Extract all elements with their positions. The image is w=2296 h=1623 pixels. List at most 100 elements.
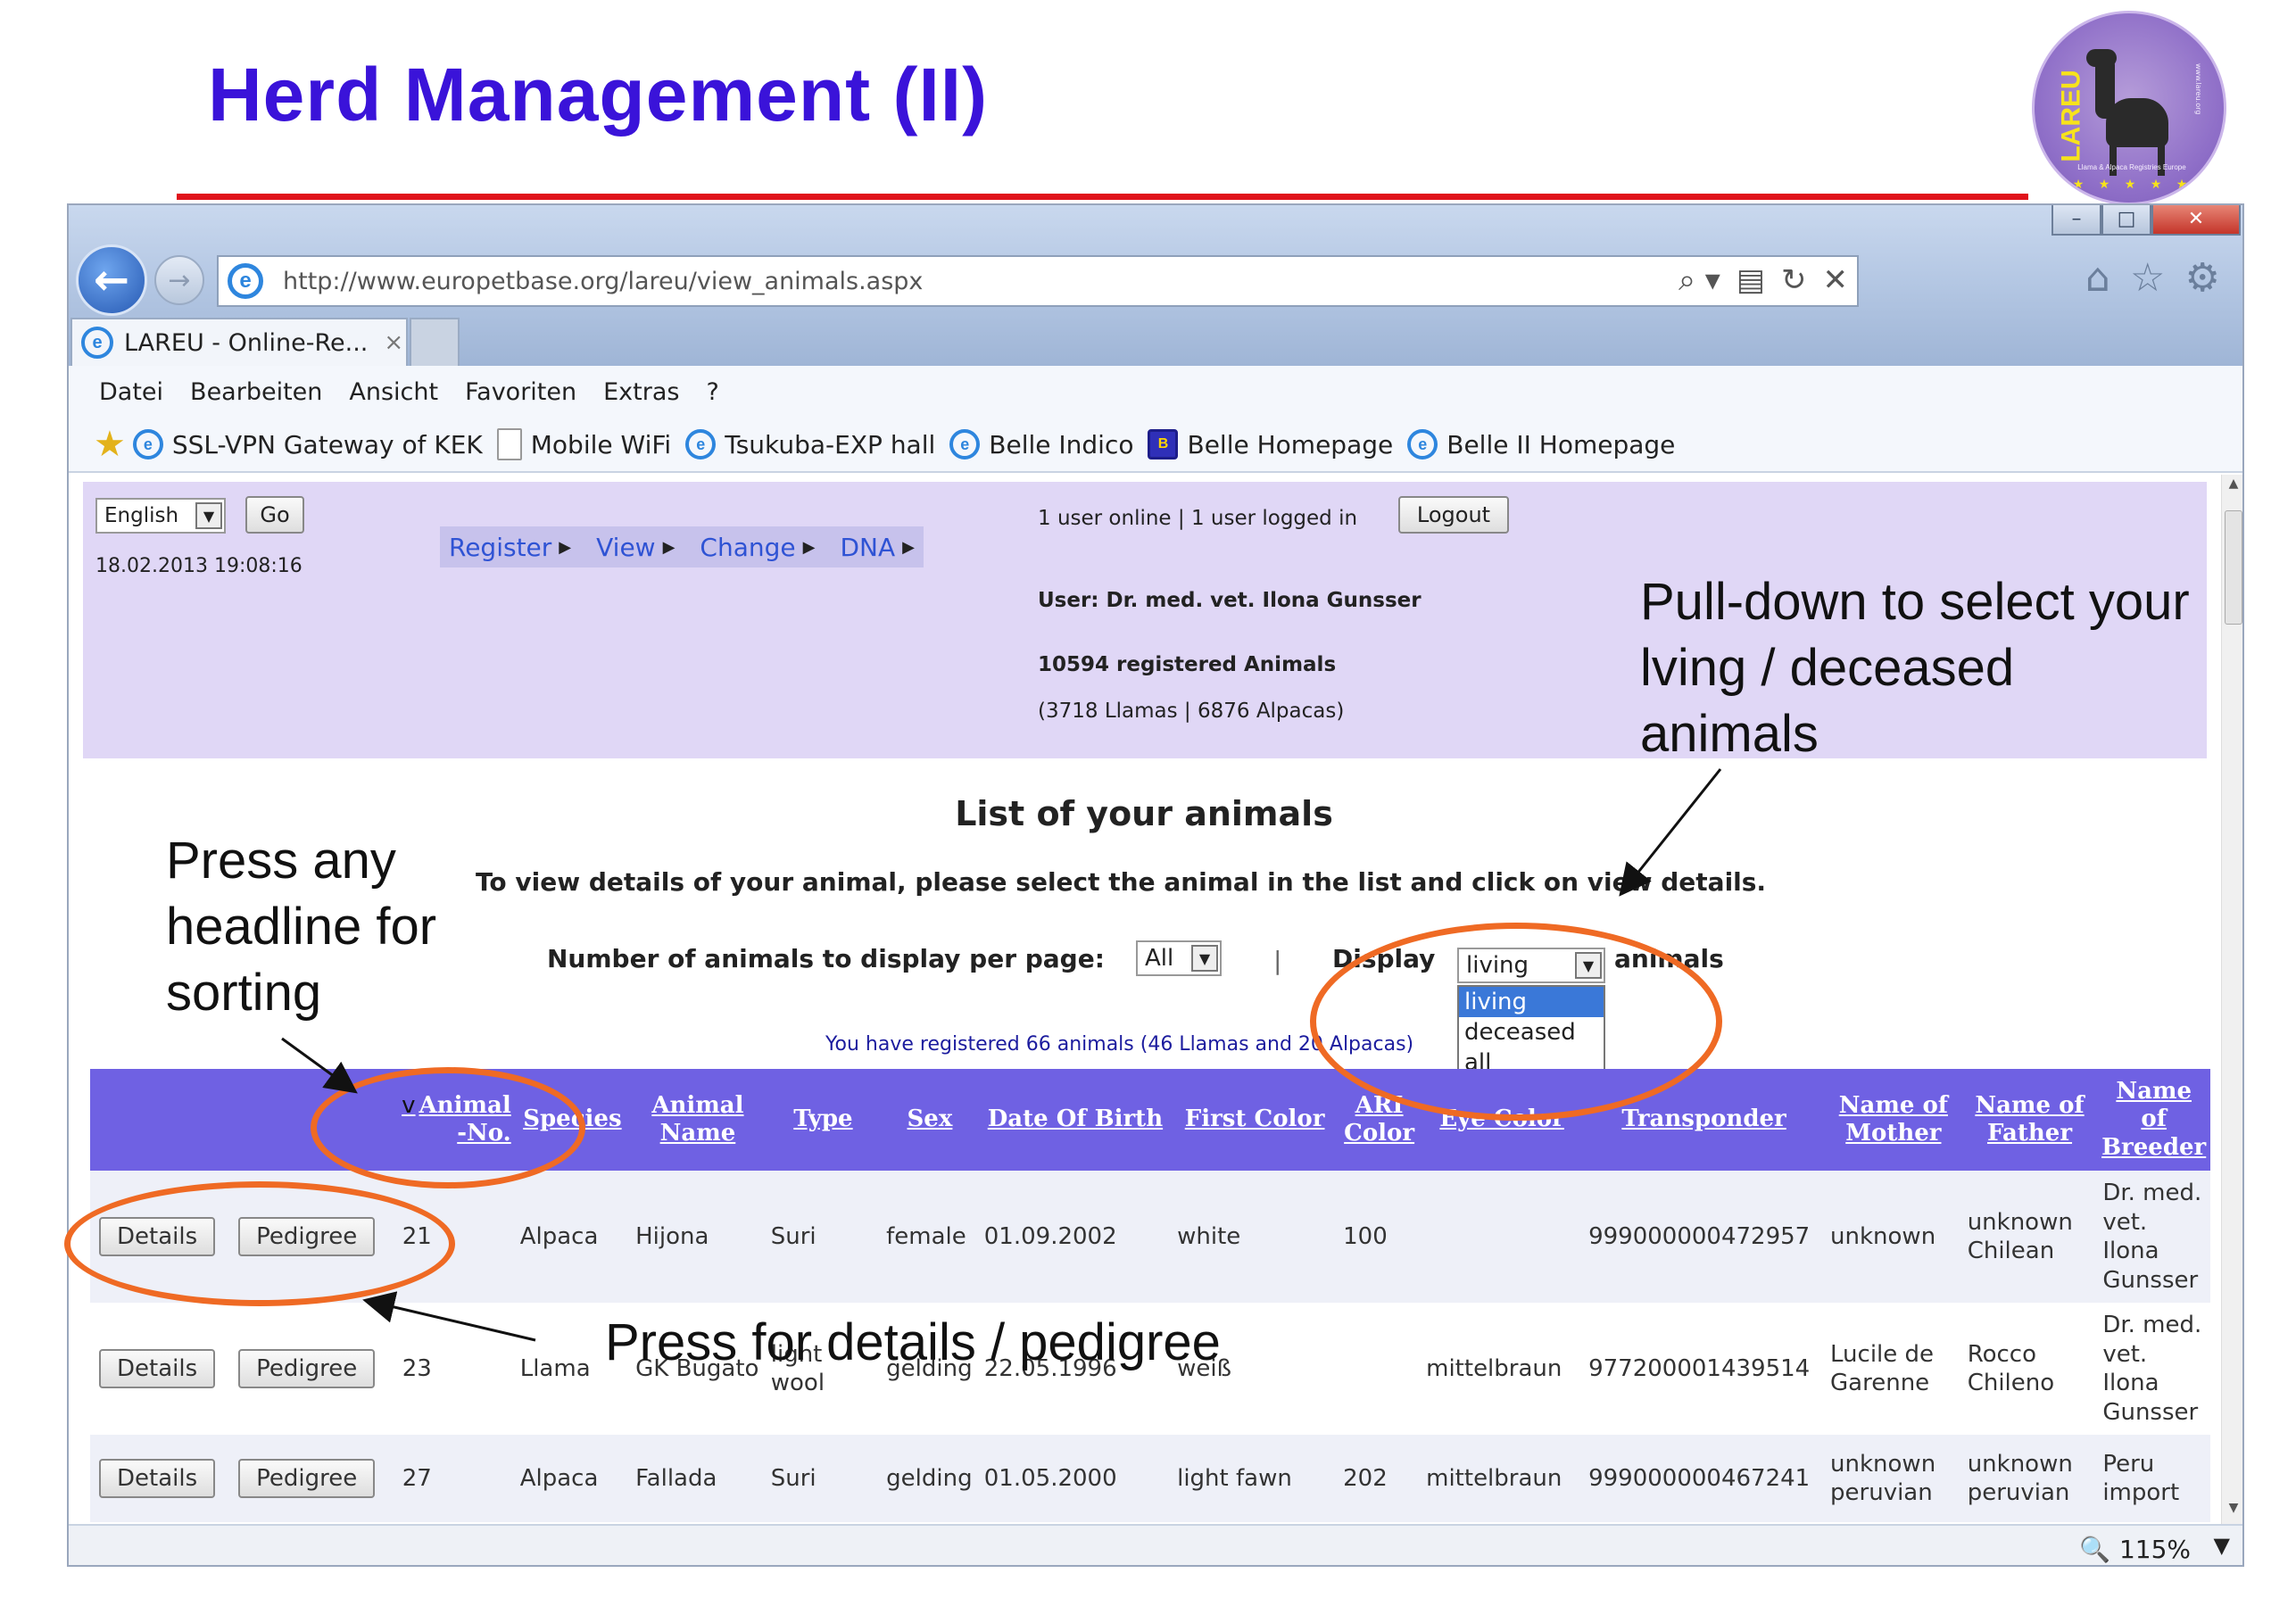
pedigree-button[interactable]: Pedigree — [238, 1458, 376, 1499]
scroll-thumb[interactable] — [2225, 510, 2242, 625]
go-button[interactable]: Go — [245, 496, 304, 534]
annotation-sorting: Press any headline for sorting — [166, 832, 437, 1023]
cell-father: Rocco Chileno — [1961, 1303, 2098, 1435]
vertical-scrollbar[interactable]: ▲ ▼ — [2221, 475, 2242, 1524]
maximize-button[interactable]: □ — [2101, 205, 2151, 236]
menu-item-favoriten[interactable]: Favoriten — [465, 378, 576, 406]
column-header-name-of-mother[interactable]: Name of Mother — [1825, 1069, 1962, 1171]
column-header-sex[interactable]: Sex — [881, 1069, 979, 1171]
ie-icon: e — [132, 429, 163, 460]
logo-text: LAREU — [2057, 70, 2086, 162]
per-page-select[interactable]: All ▼ — [1136, 940, 1222, 976]
address-bar[interactable]: e http://www.europetbase.org/lareu/view_… — [217, 255, 1859, 307]
cell-breeder: Peru import — [2097, 1435, 2210, 1522]
scroll-down-arrow[interactable]: ▼ — [2222, 1501, 2242, 1522]
cell-ari-color — [1338, 1303, 1422, 1435]
language-value: English — [104, 504, 179, 527]
column-header-animal-name[interactable]: Animal Name — [630, 1069, 766, 1171]
column-header-type[interactable]: Type — [765, 1069, 882, 1171]
favorite-link[interactable]: e Belle II Homepage — [1407, 429, 1675, 460]
language-select[interactable]: English ▼ — [95, 498, 226, 534]
favorite-link[interactable]: e Belle Indico — [949, 429, 1133, 460]
cell-mother: Lucile de Garenne — [1825, 1303, 1962, 1435]
favorites-star-icon[interactable]: ☆ — [2130, 255, 2165, 301]
favorite-link-label: Tsukuba-EXP hall — [725, 429, 936, 460]
zoom-value: 115% — [2118, 1535, 2191, 1564]
minimize-button[interactable]: – — [2051, 205, 2101, 236]
favorite-link-label: Mobile WiFi — [530, 429, 672, 460]
column-header-date-of-birth[interactable]: Date Of Birth — [978, 1069, 1173, 1171]
cell-sex: gelding — [881, 1435, 979, 1522]
cell-eye-color — [1421, 1171, 1584, 1303]
zoom-dropdown-icon[interactable]: ▼ — [2214, 1533, 2230, 1558]
toolbar-icons: ⌂ ☆ ⚙ — [2085, 255, 2220, 301]
address-url[interactable]: http://www.europetbase.org/lareu/view_an… — [283, 268, 923, 295]
annotation-pulldown: Pull-down to select your lving / decease… — [1640, 573, 2190, 764]
logo-subtitle: Llama & Alpaca Registries Europe — [2077, 163, 2186, 171]
browser-tab[interactable]: e LAREU - Online-Re... × — [70, 318, 408, 366]
cell-father: unknown Chilean — [1961, 1171, 2098, 1303]
logo-text-wrap: LAREU — [2054, 67, 2090, 165]
registered-count: 10594 registered Animals — [1038, 653, 1337, 676]
address-bar-icons: ⌕ ▾ ▤ ↻ ✕ — [1678, 262, 1848, 298]
highlight-ellipse-display — [1310, 923, 1722, 1121]
scroll-up-arrow[interactable]: ▲ — [2222, 476, 2242, 498]
back-button[interactable]: ← — [76, 244, 147, 316]
ie-icon: e — [685, 429, 717, 460]
instructions-text: To view details of your animal, please s… — [476, 867, 1767, 897]
column-header-first-color[interactable]: First Color — [1172, 1069, 1339, 1171]
details-button[interactable]: Details — [99, 1458, 216, 1499]
nav-change[interactable]: Change ▶ — [700, 533, 815, 562]
page-icon — [496, 428, 522, 460]
favorite-link-label: SSL-VPN Gateway of KEK — [171, 429, 483, 460]
title-rule — [177, 194, 2028, 200]
column-header-name-of-breeder[interactable]: Name of Breeder — [2097, 1069, 2210, 1171]
forward-button[interactable]: → — [154, 255, 204, 305]
cell-species: Alpaca — [514, 1171, 631, 1303]
favorite-link-label: Belle II Homepage — [1446, 429, 1676, 460]
cell-sex: female — [881, 1171, 979, 1303]
menu-item-extras[interactable]: Extras — [603, 378, 679, 406]
cell-type: Suri — [765, 1171, 882, 1303]
triangle-right-icon: ▶ — [559, 537, 572, 557]
registered-breakdown: (3718 Llamas | 6876 Alpacas) — [1038, 700, 1345, 723]
column-header-name-of-father[interactable]: Name of Father — [1961, 1069, 2098, 1171]
lareu-logo: LAREU www.lareu.org Llama & Alpaca Regis… — [2032, 11, 2226, 205]
home-icon[interactable]: ⌂ — [2085, 255, 2110, 301]
pedigree-button[interactable]: Pedigree — [238, 1348, 376, 1389]
refresh-icon[interactable]: ↻ — [1781, 262, 1807, 298]
menu-item-datei[interactable]: Datei — [99, 378, 163, 406]
ie-icon: e — [949, 429, 981, 460]
nav-dna[interactable]: DNA ▶ — [840, 533, 915, 562]
nav-label: Change — [700, 532, 796, 562]
cell-date-of-birth: 01.05.2000 — [978, 1435, 1173, 1522]
cell-breeder: Dr. med. vet. Ilona Gunsser — [2097, 1171, 2210, 1303]
nav-register[interactable]: Register ▶ — [449, 533, 571, 562]
favorite-link[interactable]: e SSL-VPN Gateway of KEK — [132, 429, 483, 460]
stop-icon[interactable]: ✕ — [1823, 262, 1849, 298]
details-button[interactable]: Details — [99, 1348, 216, 1389]
menu-item-ansicht[interactable]: Ansicht — [349, 378, 438, 406]
nav-view[interactable]: View ▶ — [596, 533, 675, 562]
close-window-button[interactable]: ✕ — [2151, 205, 2241, 236]
logout-button[interactable]: Logout — [1398, 496, 1509, 534]
cell-type: Suri — [765, 1435, 882, 1522]
per-page-value: All — [1145, 945, 1174, 972]
gear-icon[interactable]: ⚙ — [2184, 255, 2219, 301]
window-controls: – □ ✕ — [2051, 205, 2241, 236]
favorite-link[interactable]: e Tsukuba-EXP hall — [685, 429, 935, 460]
table-row[interactable]: Details Pedigree 27 Alpaca Fallada Suri g… — [90, 1435, 2210, 1522]
tab-close-icon[interactable]: × — [384, 329, 403, 356]
favorite-link[interactable]: Mobile WiFi — [496, 428, 672, 460]
favorite-link[interactable]: B Belle Homepage — [1148, 429, 1393, 460]
menu-item-bearbeiten[interactable]: Bearbeiten — [190, 378, 322, 406]
zoom-level[interactable]: 🔍 115% — [2079, 1535, 2191, 1564]
favorites-star-icon[interactable]: ★ — [94, 424, 126, 465]
menu-item-help[interactable]: ? — [706, 378, 718, 406]
cell-transponder: 977200001439514 — [1583, 1303, 1826, 1435]
search-icon[interactable]: ⌕ ▾ — [1678, 262, 1720, 298]
new-tab-button[interactable] — [410, 318, 460, 366]
browser-chrome: – □ ✕ ← → e http://www.europetbase.org/l… — [69, 205, 2242, 366]
compatibility-icon[interactable]: ▤ — [1737, 262, 1765, 298]
ie-icon: e — [228, 263, 263, 299]
